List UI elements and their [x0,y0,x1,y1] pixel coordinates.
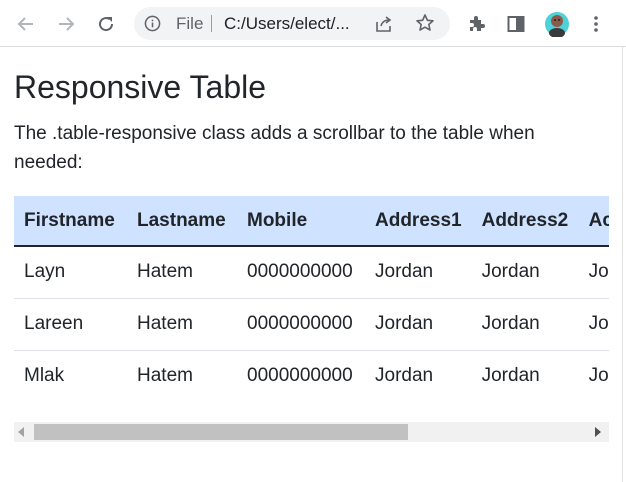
menu-icon [594,16,598,32]
page-title: Responsive Table [14,69,267,105]
info-icon[interactable] [144,15,161,32]
table-row: Mlak Hatem 0000000000 Jordan Jordan Jor [14,350,609,402]
header-lastname: Lastname [127,196,237,247]
cell-lastname: Hatem [127,298,237,351]
scroll-right-arrow-icon[interactable] [595,427,601,437]
cell-mobile: 0000000000 [237,298,365,351]
header-address2: Address2 [471,196,579,247]
cell-mobile: 0000000000 [237,246,365,299]
cell-address1: Jordan [365,246,472,299]
window-edge [622,47,626,482]
cell-address3: Jor [578,298,609,351]
side-panel-button[interactable] [501,9,531,39]
cell-firstname: Layn [14,246,127,299]
header-address1: Address1 [365,196,472,247]
reload-icon [99,17,114,32]
cell-mobile: 0000000000 [237,350,365,402]
chrome-menu-button[interactable] [581,9,611,39]
header-firstname: Firstname [14,196,127,247]
share-icon[interactable] [374,14,394,34]
cell-lastname: Hatem [127,246,237,299]
forward-icon [59,17,75,31]
page-description: The .table-responsive class adds a scrol… [14,123,535,173]
sidebar-icon [507,16,525,32]
header-mobile: Mobile [237,196,365,247]
cell-address2: Jordan [471,298,579,351]
omnibox-separator [211,15,212,32]
cell-address2: Jordan [471,350,579,402]
back-icon [17,17,33,31]
table-row: Lareen Hatem 0000000000 Jordan Jordan Jo… [14,298,609,351]
header-address3: Ac [578,196,609,247]
file-scheme-label: File [176,14,204,33]
cell-firstname: Lareen [14,298,127,351]
cell-lastname: Hatem [127,350,237,402]
responsive-table: Firstname Lastname Mobile Address1 Addre… [14,196,609,402]
scrollbar-thumb[interactable] [34,424,408,440]
cell-address1: Jordan [365,350,472,402]
browser-toolbar: File C:/Users/elect/... [0,0,626,47]
cell-address3: Jor [578,246,609,299]
cell-firstname: Mlak [14,350,127,402]
extensions-button[interactable] [461,9,491,39]
extensions-icon [470,16,485,31]
table-header-row: Firstname Lastname Mobile Address1 Addre… [14,196,609,247]
star-icon[interactable] [415,13,435,33]
scroll-left-arrow-icon[interactable] [18,427,24,437]
cell-address3: Jor [578,350,609,402]
table-row: Layn Hatem 0000000000 Jordan Jordan Jor [14,246,609,299]
forward-button[interactable] [51,9,81,39]
back-button[interactable] [11,9,41,39]
horizontal-scrollbar[interactable] [14,422,609,442]
url-text[interactable]: C:/Users/elect/... [224,14,350,34]
cell-address1: Jordan [365,298,472,351]
reload-button[interactable] [91,9,121,39]
cell-address2: Jordan [471,246,579,299]
address-bar[interactable]: File C:/Users/elect/... [134,7,450,40]
profile-button[interactable] [542,9,572,39]
profile-avatar [545,12,569,37]
